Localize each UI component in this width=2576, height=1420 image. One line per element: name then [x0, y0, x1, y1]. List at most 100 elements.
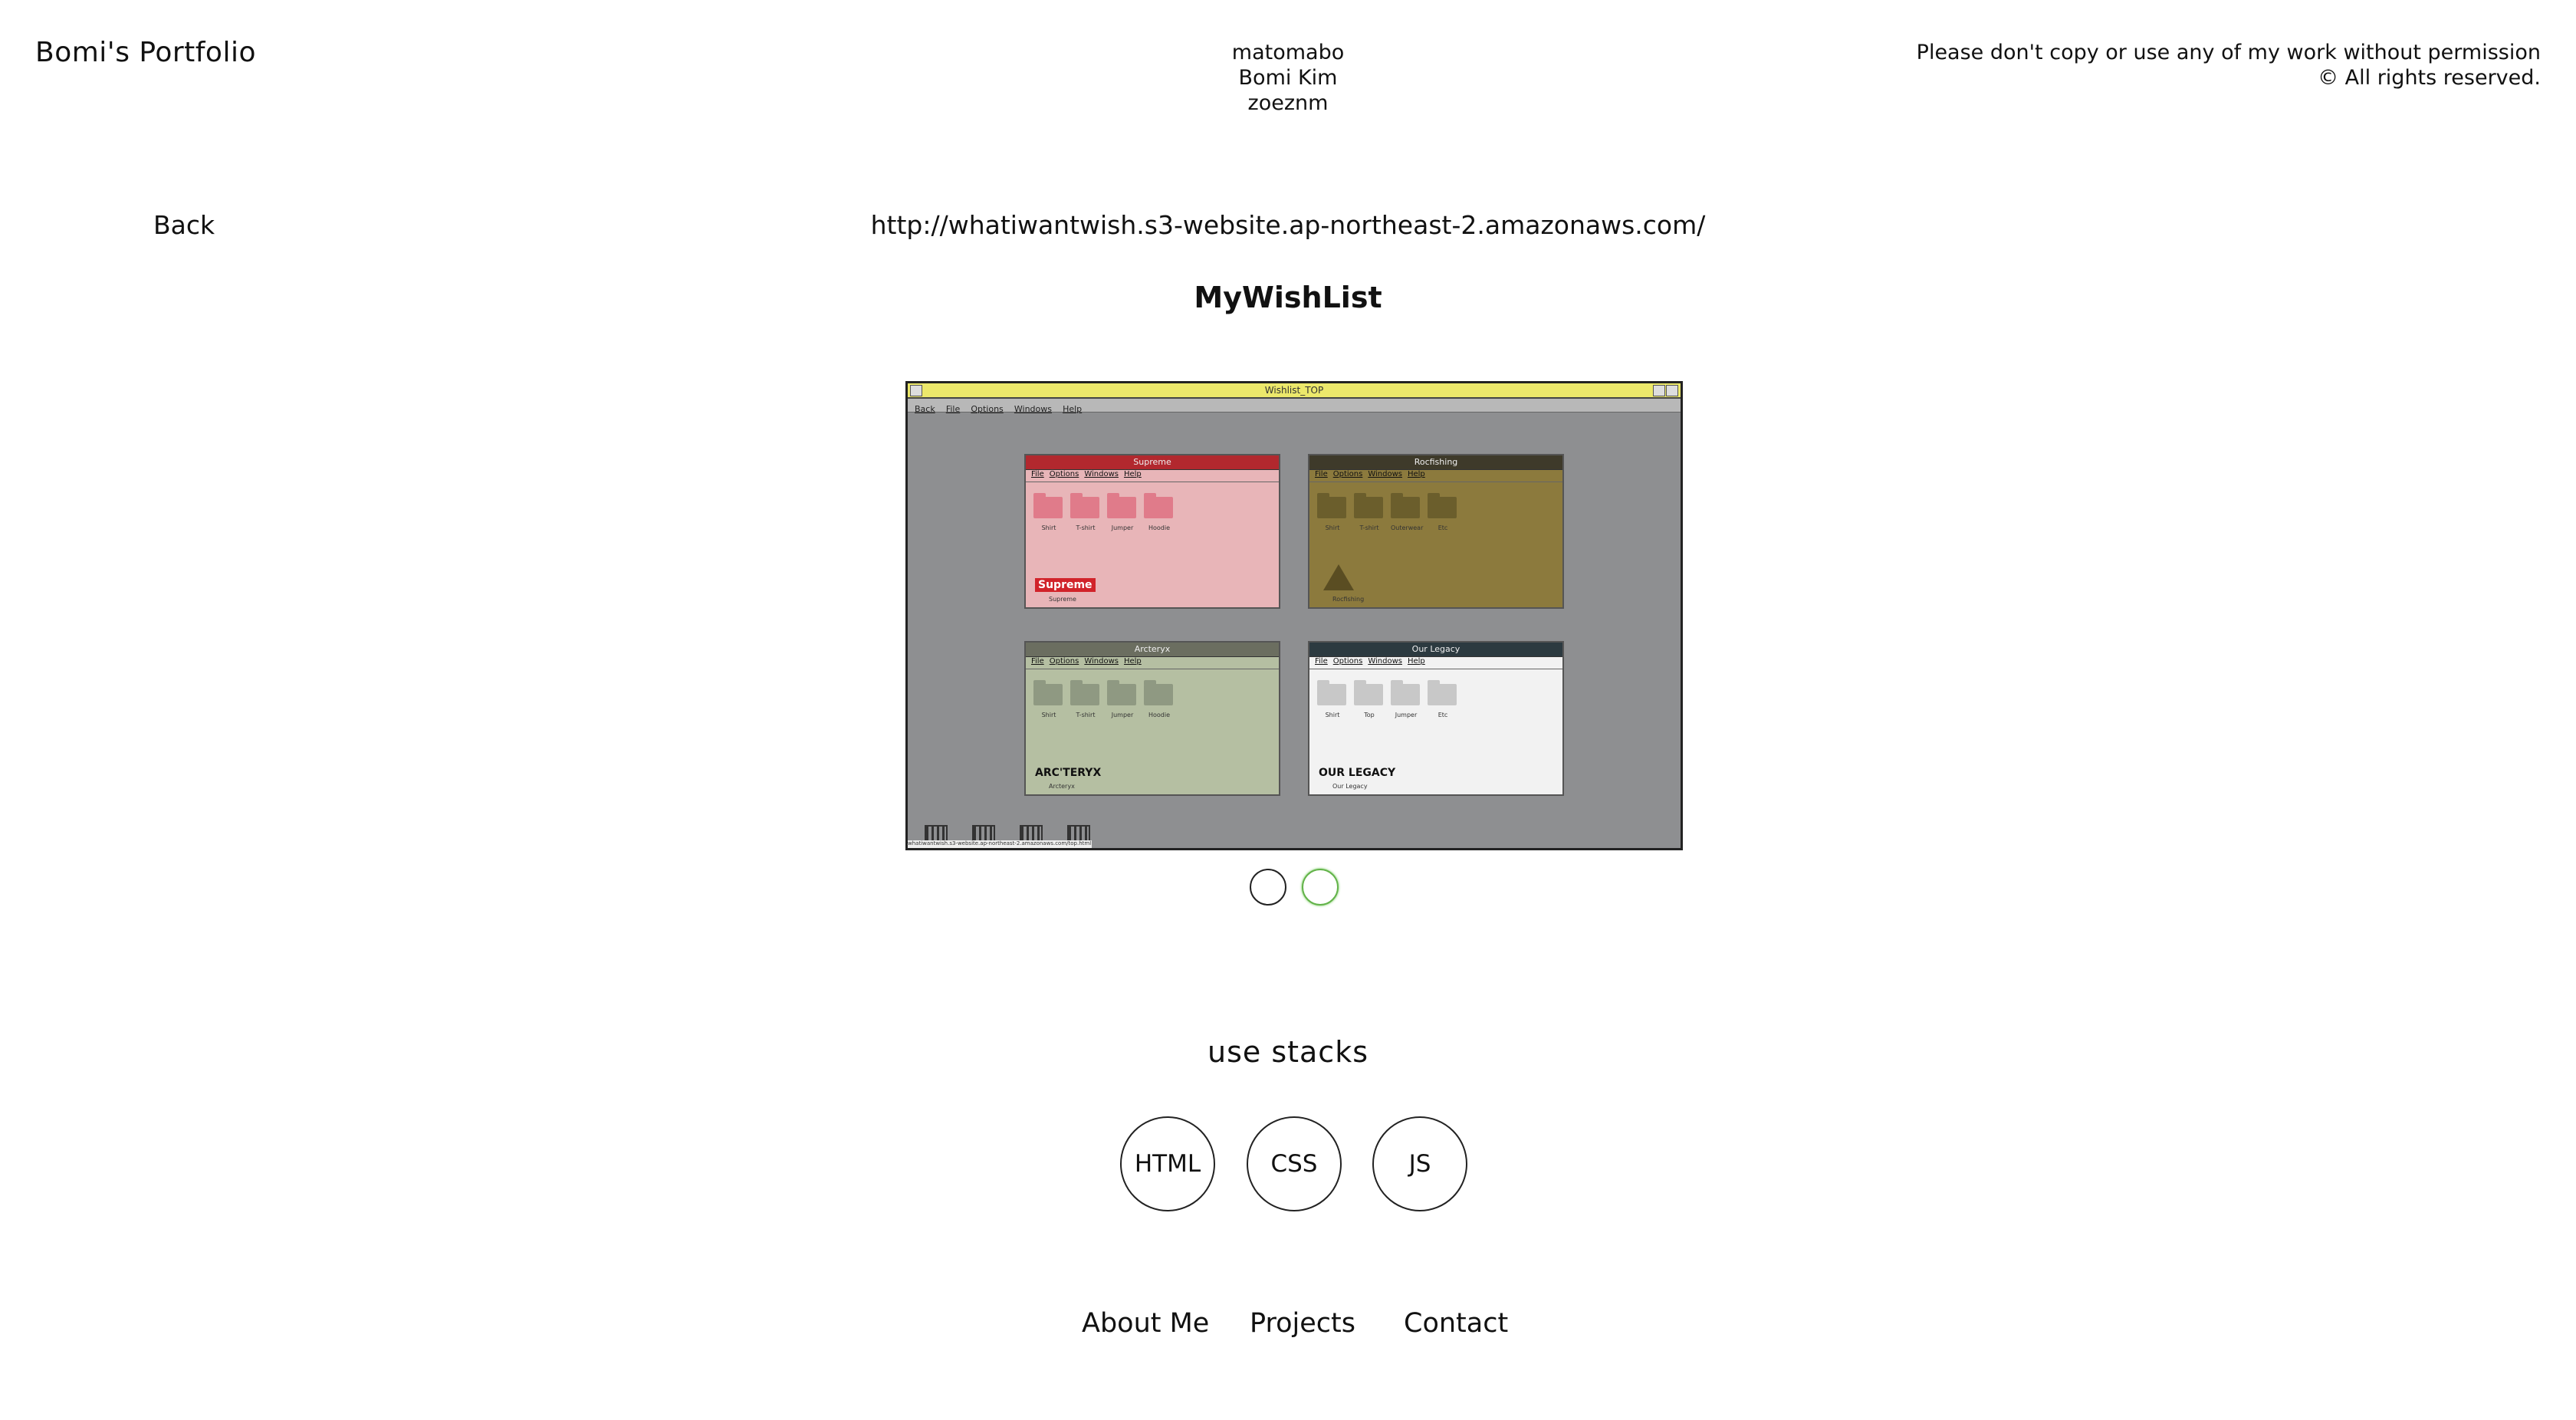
folder-label: T-shirt	[1359, 524, 1379, 531]
preview-window-menu-item: Help	[1123, 657, 1142, 666]
preview-menu-bar: Back File Options Windows Help	[908, 399, 1681, 414]
preview-window-name: Our Legacy	[1411, 644, 1460, 654]
preview-window-menu-item: Help	[1123, 470, 1142, 478]
folder-label: Shirt	[1041, 524, 1056, 531]
folder-label: Jumper	[1111, 712, 1134, 718]
carousel-dot-1[interactable]	[1250, 869, 1286, 906]
folder-label: T-shirt	[1076, 712, 1096, 718]
stack-js-badge: JS	[1372, 1116, 1467, 1211]
folder-label: Hoodie	[1148, 712, 1171, 718]
preview-window-menu-item: Help	[1407, 470, 1425, 478]
folder-label: Shirt	[1325, 712, 1340, 718]
folder-label: T-shirt	[1076, 524, 1096, 531]
folder-icon: Jumper	[1107, 680, 1136, 718]
preview-window-name: Rocfishing	[1414, 457, 1458, 467]
preview-window-title-bar: Supreme	[1026, 455, 1279, 470]
preview-window-title-bar: Arcteryx	[1026, 643, 1279, 657]
brand-logo: ARC'TERYX	[1035, 767, 1102, 779]
folder-label: Etc	[1438, 712, 1448, 718]
footer-link-about[interactable]: About Me	[1082, 1308, 1209, 1339]
preview-window-1: Rocfishing File Options Windows Help Shirt T-s…	[1308, 454, 1564, 609]
folder-icon: Shirt	[1317, 493, 1346, 531]
preview-window-menu-item: Help	[1407, 657, 1425, 666]
preview-window-menu: File Options Windows Help	[1309, 470, 1562, 482]
brand-caption: Our Legacy	[1332, 783, 1368, 790]
project-url-link[interactable]: http://whatiwantwish.s3-website.ap-north…	[843, 210, 1733, 240]
folder-icon: Shirt	[1033, 680, 1063, 718]
preview-title-bar: Wishlist_TOP	[908, 383, 1681, 399]
credit-alias-2: zoeznm	[1247, 91, 1329, 115]
preview-window-2: Arcteryx File Options Windows Help Shirt T-shi…	[1024, 641, 1280, 796]
brand-caption: Supreme	[1049, 596, 1076, 603]
preview-window-title-bar: Our Legacy	[1309, 643, 1562, 657]
preview-window-menu-item: File	[1031, 657, 1044, 666]
preview-window-3: Our Legacy File Options Windows Help Shirt Top…	[1308, 641, 1564, 796]
preview-menu-back: Back	[915, 404, 935, 414]
preview-menu-help: Help	[1063, 404, 1083, 414]
credits: matomabo Bomi Kim zoeznm	[1135, 40, 1441, 116]
preview-window-menu-item: Windows	[1084, 470, 1119, 478]
preview-window-menu-item: Options	[1049, 657, 1079, 666]
folder-icon: Etc	[1428, 493, 1457, 531]
credit-alias-1: matomabo	[1231, 41, 1345, 64]
folder-label: Hoodie	[1148, 524, 1171, 531]
folder-icon: T-shirt	[1070, 493, 1099, 531]
preview-window-name: Arcteryx	[1134, 644, 1171, 654]
preview-status-bar: whatiwantwish.s3-website.ap-northeast-2.…	[908, 840, 1092, 848]
footer-link-contact[interactable]: Contact	[1404, 1308, 1508, 1339]
preview-window-menu-item: File	[1315, 657, 1328, 666]
folder-label: Jumper	[1395, 712, 1418, 718]
brand-caption: Rocfishing	[1332, 596, 1365, 603]
folder-icon: Shirt	[1033, 493, 1063, 531]
brand-caption: Arcteryx	[1049, 783, 1075, 790]
preview-window-menu-item: File	[1031, 470, 1044, 478]
stacks-heading: use stacks	[1207, 1035, 1369, 1069]
folder-label: Shirt	[1325, 524, 1340, 531]
brand-logo: Supreme	[1035, 578, 1096, 592]
folder-icon: T-shirt	[1070, 680, 1099, 718]
copyright-line-1: Please don't copy or use any of my work …	[1916, 41, 2541, 64]
folder-icon: Shirt	[1317, 680, 1346, 718]
preview-window-menu-item: Windows	[1368, 657, 1402, 666]
back-link[interactable]: Back	[153, 210, 215, 240]
preview-window-0: Supreme File Options Windows Help Shirt T-shir…	[1024, 454, 1280, 609]
preview-window-name: Supreme	[1133, 457, 1171, 467]
maximize-icon	[1666, 385, 1678, 396]
carousel-dot-2[interactable]	[1302, 869, 1339, 906]
folder-label: Jumper	[1111, 524, 1134, 531]
preview-window-menu-item: Options	[1049, 470, 1079, 478]
folder-icon: Hoodie	[1144, 680, 1173, 718]
site-title[interactable]: Bomi's Portfolio	[35, 37, 256, 68]
preview-window-menu: File Options Windows Help	[1026, 470, 1279, 482]
preview-menu-file: File	[945, 404, 961, 414]
preview-window-title-bar: Rocfishing	[1309, 455, 1562, 470]
preview-window-menu: File Options Windows Help	[1309, 657, 1562, 669]
folder-icon: Jumper	[1391, 680, 1420, 718]
project-title: MyWishList	[1194, 281, 1382, 314]
brand-logo: OUR LEGACY	[1319, 767, 1396, 779]
preview-window-menu-item: File	[1315, 470, 1328, 478]
copyright-line-2: © All rights reserved.	[2318, 66, 2541, 90]
preview-window-menu-item: Windows	[1368, 470, 1402, 478]
copyright-notice: Please don't copy or use any of my work …	[1917, 40, 2541, 90]
folder-icon: Etc	[1428, 680, 1457, 718]
stack-css-badge: CSS	[1247, 1116, 1342, 1211]
preview-window-menu-item: Windows	[1084, 657, 1119, 666]
folder-label: Etc	[1438, 524, 1448, 531]
preview-window-menu-item: Options	[1332, 657, 1363, 666]
minimize-icon	[1653, 385, 1665, 396]
folder-icon: Outerwear	[1391, 493, 1423, 531]
brand-logo-icon	[1323, 564, 1354, 590]
folder-icon: Jumper	[1107, 493, 1136, 531]
folder-icon: T-shirt	[1354, 493, 1383, 531]
stack-html-badge: HTML	[1120, 1116, 1215, 1211]
credit-name: Bomi Kim	[1238, 66, 1338, 90]
preview-window-title: Wishlist_TOP	[1264, 385, 1324, 396]
folder-icon: Hoodie	[1144, 493, 1173, 531]
folder-label: Top	[1364, 712, 1375, 718]
folder-label: Shirt	[1041, 712, 1056, 718]
footer-link-projects[interactable]: Projects	[1250, 1308, 1355, 1339]
folder-icon: Top	[1354, 680, 1383, 718]
project-screenshot: Wishlist_TOP Back File Options Windows H…	[905, 381, 1683, 850]
preview-menu-windows: Windows	[1014, 404, 1052, 414]
